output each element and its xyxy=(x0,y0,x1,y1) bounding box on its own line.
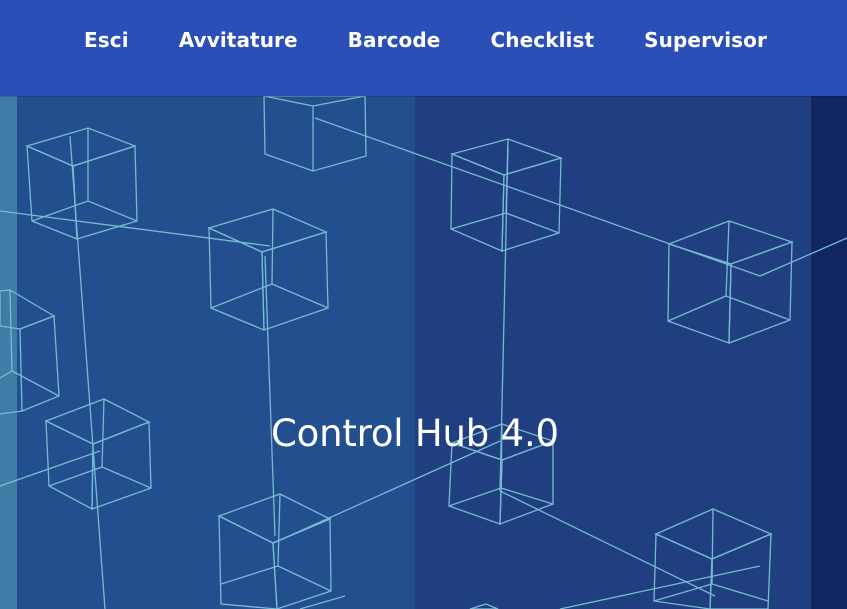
top-navigation-bar: Esci Avvitature Barcode Checklist Superv… xyxy=(0,0,847,96)
nav-item-avvitature[interactable]: Avvitature xyxy=(179,28,298,52)
page: Esci Avvitature Barcode Checklist Superv… xyxy=(0,0,847,609)
nav-item-esci[interactable]: Esci xyxy=(84,28,129,52)
nav-item-supervisor[interactable]: Supervisor xyxy=(644,28,767,52)
main-nav: Esci Avvitature Barcode Checklist Superv… xyxy=(84,24,767,56)
wireframe-cube-network-illustration xyxy=(0,96,847,609)
hero-title: Control Hub 4.0 xyxy=(271,412,559,455)
nav-item-checklist[interactable]: Checklist xyxy=(490,28,594,52)
hero-banner: Control Hub 4.0 xyxy=(0,96,847,609)
nav-item-barcode[interactable]: Barcode xyxy=(348,28,441,52)
cube-shape xyxy=(25,127,138,240)
